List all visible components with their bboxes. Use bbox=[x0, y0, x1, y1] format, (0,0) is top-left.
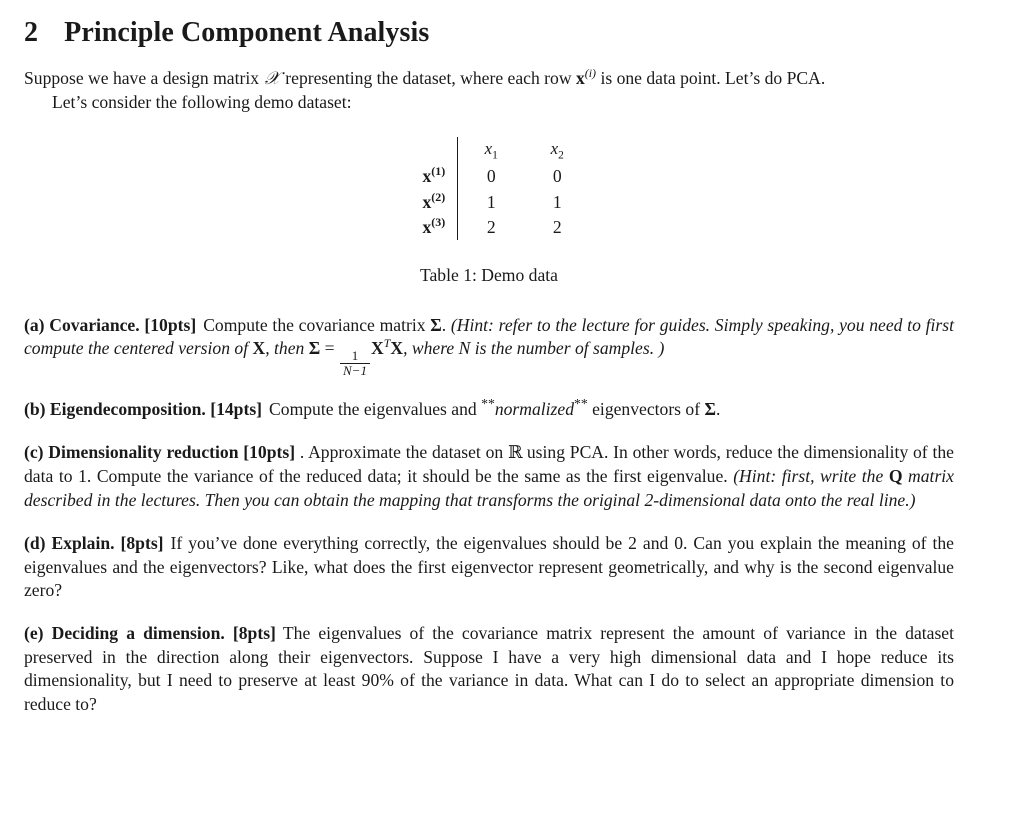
design-matrix-symbol: 𝒳 bbox=[264, 68, 280, 90]
equals-sign: = bbox=[324, 338, 335, 359]
table-header-row: x1 x2 bbox=[387, 136, 590, 165]
part-c-separator: . bbox=[299, 442, 305, 463]
bold-X-symbol: X bbox=[252, 338, 266, 359]
part-a-hint-4: is the number of samples. ) bbox=[474, 338, 665, 359]
problem-part-d: (d) Explain. [8pts] If you’ve done everyt… bbox=[24, 532, 954, 602]
sigma-symbol: Σ bbox=[704, 398, 717, 419]
part-a-hint-2: , then bbox=[265, 338, 305, 359]
intro-text-c: is one data point. Let’s do PCA. bbox=[600, 68, 826, 89]
table-row: x(3) 2 2 bbox=[387, 214, 590, 241]
cell-value: 2 bbox=[552, 216, 562, 237]
part-c-points: [10pts] bbox=[243, 442, 296, 463]
part-a-text-2: . bbox=[441, 314, 447, 335]
part-b-text-2: eigenvectors of bbox=[592, 398, 701, 419]
part-a-label: (a) Covariance. bbox=[24, 314, 140, 335]
part-c-hint-1: (Hint: first, write the bbox=[733, 466, 884, 487]
part-b-text-1: Compute the eigenvalues and bbox=[269, 398, 477, 419]
dataset-lead-in: Let’s consider the following demo datase… bbox=[52, 92, 352, 113]
real-numbers-symbol: ℝ bbox=[507, 443, 523, 464]
N-symbol: N bbox=[458, 338, 471, 359]
bold-Q-symbol: Q bbox=[888, 466, 903, 487]
problem-part-e: (e) Deciding a dimension. [8pts] The eige… bbox=[24, 622, 954, 716]
document-page: 2 Principle Component Analysis Suppose w… bbox=[0, 0, 1024, 716]
emphasis-stars-open: ** bbox=[481, 395, 495, 411]
problem-part-c: (c) Dimensionality reduction [10pts] . A… bbox=[24, 441, 954, 512]
cell-value: 1 bbox=[486, 191, 496, 212]
sigma-symbol: Σ bbox=[308, 338, 321, 359]
problem-part-b: (b) Eigendecomposition. [14pts] Compute t… bbox=[24, 395, 954, 421]
part-d-label: (d) Explain. bbox=[24, 533, 115, 554]
part-e-points: [8pts] bbox=[232, 623, 276, 644]
part-a-text-1: Compute the covariance matrix bbox=[203, 314, 426, 335]
cell-value: 1 bbox=[552, 191, 562, 212]
intro-paragraph: Suppose we have a design matrix 𝒳 repres… bbox=[24, 67, 954, 91]
cell-value: 0 bbox=[552, 166, 562, 187]
fraction-numerator: 1 bbox=[351, 348, 359, 364]
intro-text-a: Suppose we have a design matrix bbox=[24, 68, 260, 89]
column-header-x1: x1 bbox=[484, 138, 498, 161]
row-label-2: x(2) bbox=[422, 189, 446, 212]
part-a-points: [10pts] bbox=[144, 314, 197, 335]
row-label-3: x(3) bbox=[422, 215, 446, 237]
fraction-one-over-n-minus-one: 1 N−1 bbox=[339, 348, 370, 378]
matrix-X: X bbox=[390, 338, 404, 359]
section-title: Principle Component Analysis bbox=[64, 17, 430, 48]
section-heading: 2 Principle Component Analysis bbox=[24, 14, 954, 51]
part-c-label: (c) Dimensionality reduction bbox=[24, 442, 239, 463]
part-e-label: (e) Deciding a dimension. bbox=[24, 623, 225, 644]
part-c-text-1: Approximate the dataset on bbox=[308, 442, 504, 463]
sigma-symbol: Σ bbox=[430, 314, 442, 335]
demo-data-table: x1 x2 x(1) 0 0 x(2) 1 1 x(3) 2 2 bbox=[387, 136, 591, 241]
table-row: x(1) 0 0 bbox=[387, 164, 590, 190]
part-b-label: (b) Eigendecomposition. bbox=[24, 398, 206, 419]
demo-table-container: x1 x2 x(1) 0 0 x(2) 1 1 x(3) 2 2 bbox=[24, 136, 954, 241]
table-corner-cell bbox=[387, 137, 458, 165]
row-vector-superscript: (i) bbox=[584, 66, 597, 81]
cell-value: 0 bbox=[486, 166, 496, 187]
problem-part-a: (a) Covariance. [10pts] Compute the covar… bbox=[24, 314, 954, 378]
part-b-text-3: . bbox=[716, 398, 721, 419]
row-vector-symbol: x bbox=[575, 68, 585, 89]
emphasis-stars-close: ** bbox=[574, 395, 588, 411]
section-number: 2 bbox=[24, 17, 39, 48]
intro-text-b: representing the dataset, where each row bbox=[285, 68, 572, 89]
matrix-X-transpose: X bbox=[370, 338, 384, 359]
column-header-x2: x2 bbox=[550, 138, 564, 161]
table-row: x(2) 1 1 bbox=[387, 189, 590, 215]
cell-value: 2 bbox=[486, 216, 496, 237]
part-b-emphasis: normalized bbox=[494, 398, 574, 419]
part-b-points: [14pts] bbox=[210, 398, 263, 419]
row-label-1: x(1) bbox=[422, 164, 446, 187]
part-d-points: [8pts] bbox=[120, 533, 164, 554]
fraction-denominator: N−1 bbox=[339, 363, 370, 378]
table-caption: Table 1: Demo data bbox=[419, 265, 558, 286]
part-a-hint-3: , where bbox=[403, 338, 455, 359]
